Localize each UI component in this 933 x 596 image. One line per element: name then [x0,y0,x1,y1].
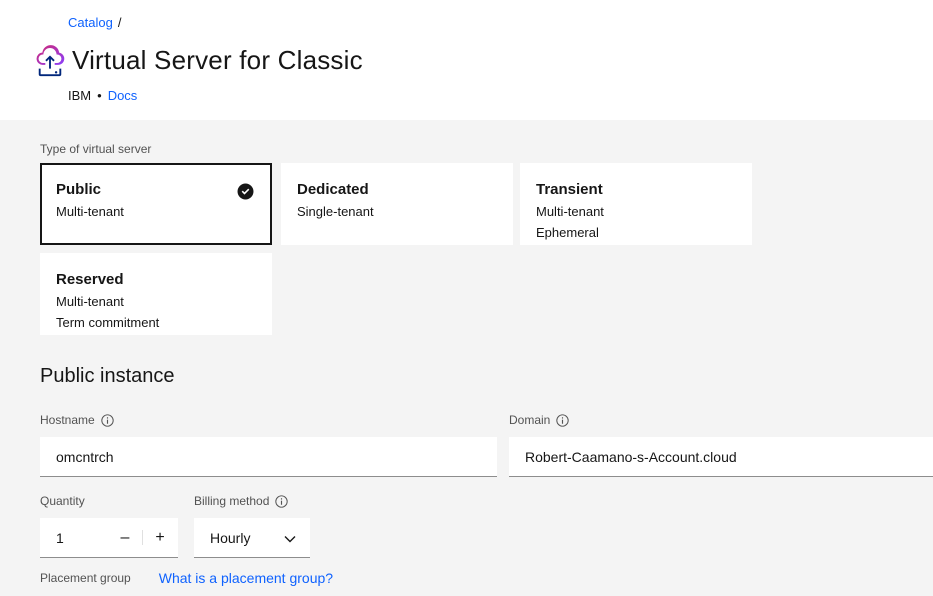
placement-group-row: Placement group What is a placement grou… [40,570,333,586]
billing-method-value: Hourly [210,530,250,546]
hostname-input[interactable] [40,437,497,477]
info-icon[interactable] [275,495,288,508]
breadcrumb: Catalog / [68,15,121,30]
section-title-public-instance: Public instance [40,365,175,388]
tile-subtitle: Term commitment [56,315,256,331]
domain-input[interactable] [509,437,933,477]
provider-line: IBM • Docs [68,88,137,103]
billing-method-label-text: Billing method [194,494,269,508]
tile-public[interactable]: Public Multi-tenant [40,163,272,245]
tile-transient[interactable]: Transient Multi-tenant Ephemeral [520,163,752,245]
docs-link[interactable]: Docs [108,88,138,103]
quantity-decrement-button[interactable]: – [108,518,142,557]
chevron-down-icon [284,530,296,546]
type-of-virtual-server-label: Type of virtual server [40,142,151,156]
info-icon[interactable] [101,414,114,427]
info-icon[interactable] [556,414,569,427]
billing-method-label: Billing method [194,494,288,508]
domain-label-text: Domain [509,413,550,427]
tile-reserved[interactable]: Reserved Multi-tenant Term commitment [40,253,272,335]
tile-subtitle: Multi-tenant [56,204,256,220]
breadcrumb-separator: / [118,15,122,30]
tile-title: Public [56,181,256,199]
domain-label: Domain [509,413,569,427]
billing-method-select[interactable]: Hourly [194,518,310,558]
hostname-label-text: Hostname [40,413,95,427]
tile-title: Transient [536,181,736,199]
cloud-upload-icon [35,45,65,80]
quantity-input[interactable] [40,518,108,557]
tile-dedicated[interactable]: Dedicated Single-tenant [281,163,513,245]
breadcrumb-catalog-link[interactable]: Catalog [68,15,113,30]
tile-title: Dedicated [297,181,497,199]
tile-subtitle: Ephemeral [536,225,736,241]
tile-subtitle: Multi-tenant [56,294,256,310]
provider-label: IBM [68,88,91,103]
placement-group-label: Placement group [40,571,131,585]
placement-group-link[interactable]: What is a placement group? [159,570,333,586]
quantity-stepper: – + [40,518,178,558]
page-title: Virtual Server for Classic [72,45,363,76]
quantity-increment-button[interactable]: + [143,518,177,557]
hostname-label: Hostname [40,413,114,427]
tile-subtitle: Multi-tenant [536,204,736,220]
tile-title: Reserved [56,271,256,289]
tile-subtitle: Single-tenant [297,204,497,220]
quantity-label: Quantity [40,494,85,508]
quantity-label-text: Quantity [40,494,85,508]
checkmark-filled-icon [237,183,254,200]
dot-separator: • [97,88,102,103]
